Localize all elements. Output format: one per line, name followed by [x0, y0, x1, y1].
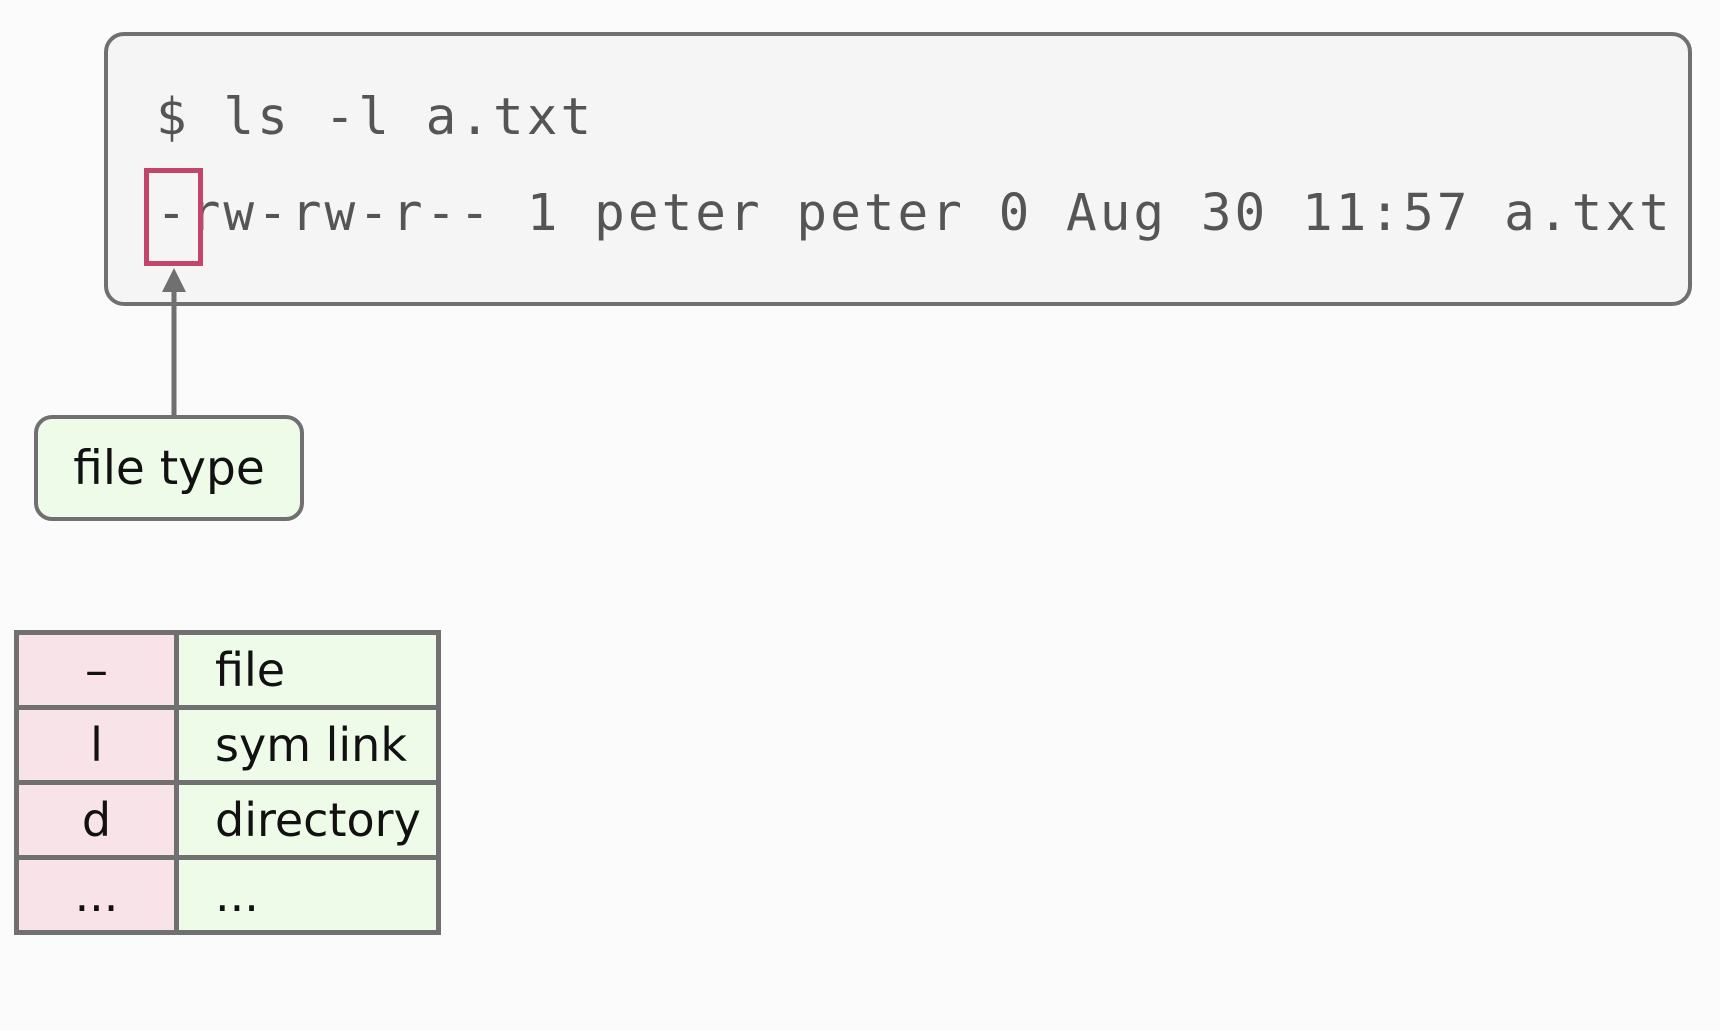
symbol-cell: ... [14, 855, 179, 935]
file-type-highlight [144, 168, 203, 266]
meaning-cell: sym link [174, 705, 441, 785]
output-line: -rw-rw-r-- 1 peter peter 0 Aug 30 11:57 … [156, 184, 1673, 243]
file-type-callout: file type [34, 415, 304, 521]
meaning-cell: file [174, 630, 441, 710]
table-row: l sym link [14, 705, 441, 785]
command-line: $ ls -l a.txt [156, 88, 595, 147]
table-row: – file [14, 630, 441, 710]
meaning-cell: directory [174, 780, 441, 860]
file-type-legend-table: – file l sym link d directory ... ... [14, 630, 441, 935]
symbol-cell: l [14, 705, 179, 785]
symbol-cell: – [14, 630, 179, 710]
table-row: ... ... [14, 855, 441, 935]
table-row: d directory [14, 780, 441, 860]
symbol-cell: d [14, 780, 179, 860]
terminal-box: $ ls -l a.txt -rw-rw-r-- 1 peter peter 0… [104, 32, 1692, 306]
meaning-cell: ... [174, 855, 441, 935]
